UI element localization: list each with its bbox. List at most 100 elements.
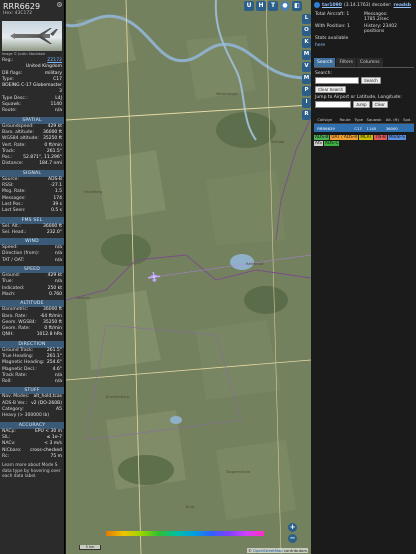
table-cell [338, 123, 354, 132]
section-header[interactable]: SPEED [0, 266, 64, 274]
zoom-controls: + − [288, 523, 297, 543]
toggle-button-t[interactable]: T [268, 1, 278, 11]
stats-here-link[interactable]: here [315, 43, 364, 48]
info-value: 0.5 s [51, 208, 62, 214]
info-row: Distance: 184.7 nmi [0, 161, 64, 167]
map[interactable]: Wittenberge Havelberg Rathenow Genthin S… [66, 0, 311, 554]
search-button[interactable]: Search [361, 77, 381, 84]
info-row: Last Seen: 0.5 s [0, 208, 64, 214]
place-label: Burg [186, 505, 195, 509]
clear-button[interactable]: Clear [371, 101, 388, 108]
side-button-v[interactable]: V [302, 61, 311, 72]
side-button-l[interactable]: L [302, 14, 311, 24]
table-row[interactable]: RRR6629 C17 1140 36000 [314, 123, 414, 132]
attribution-suffix: contributors [282, 548, 308, 553]
side-button-k[interactable]: K [302, 37, 311, 48]
zoom-out-button[interactable]: − [288, 534, 297, 543]
info-row: Sel. Head.: 232.0° [0, 230, 64, 236]
info-label: Heavy (> 300000 lb) [2, 413, 50, 419]
app-logo-icon [314, 2, 320, 8]
aircraft-photo[interactable] [2, 21, 62, 51]
section-header[interactable]: FMS SEL [0, 216, 64, 224]
table-cell [402, 123, 414, 132]
legend-item[interactable]: TIS-B [373, 135, 387, 140]
legend-item[interactable]: ADS-B [314, 135, 330, 140]
column-header[interactable]: Alt. (ft) [384, 116, 403, 124]
column-header[interactable]: Type [353, 116, 366, 124]
jump-button[interactable]: Jump [353, 101, 370, 108]
aircraft-callsign[interactable]: RRR6629 [3, 2, 61, 11]
info-label: Mach: [2, 291, 16, 297]
legend-item[interactable]: ADS-C [323, 141, 340, 146]
search-label: Search: [315, 71, 332, 76]
aircraft-details: SPATIAL Groundspeed: 429 kt Baro. altitude:… [0, 116, 64, 460]
info-value: 1012.8 hPa [36, 332, 62, 338]
decoder-link[interactable]: readsb [394, 3, 411, 8]
app-header: tar1090 (3.14.1763) decoder: readsb [312, 0, 416, 10]
place-label: Tangermünde [226, 470, 250, 474]
legend-item[interactable]: Mode-S [387, 135, 406, 140]
column-header[interactable]: Squawk [365, 116, 385, 124]
clear-search-button[interactable]: Clear Search [315, 86, 347, 93]
section-header[interactable]: DIRECTION [0, 340, 64, 348]
altitude-color-legend [106, 531, 264, 536]
info-row: TAT / OAT: n/a [0, 258, 64, 264]
info-label: Roll: [2, 379, 12, 385]
info-value: 0.760 [49, 291, 62, 297]
table-cell: 36000 [384, 123, 403, 132]
search-input[interactable] [315, 77, 359, 84]
legend-item[interactable]: MLAT [359, 135, 373, 140]
stat-messages: Messages: 1785.2/sec [364, 12, 389, 22]
close-icon[interactable]: × [57, 2, 62, 7]
section-header[interactable]: SPATIAL [0, 116, 64, 124]
tab-columns[interactable]: Columns [356, 58, 383, 67]
column-header[interactable]: Spd. [402, 116, 414, 124]
toggle-button-u[interactable]: U [244, 1, 254, 11]
side-button-m2[interactable]: M [302, 73, 311, 84]
aircraft-info-list: Reg.: ZZ172 United Kingdom DB flags: militar… [0, 58, 64, 115]
legend-item[interactable]: AIS [314, 141, 323, 146]
aircraft-header: RRR6629 Hex: 43C172 [0, 0, 64, 18]
stat-with-position: With Position: 1 [315, 24, 350, 29]
selected-aircraft-panel: RRR6629 Hex: 43C172 × Image © Justin Sto… [0, 0, 65, 554]
column-header[interactable]: Callsign [316, 116, 339, 124]
info-label: Last Seen: [2, 208, 26, 214]
column-header[interactable]: Route [338, 116, 354, 124]
tab-filters[interactable]: Filters [336, 58, 356, 67]
side-button-m[interactable]: M [302, 49, 311, 60]
side-button-p[interactable]: P [302, 85, 311, 96]
stats-block: Total Aircraft: 1 Messages: 1785.2/sec W… [312, 10, 416, 50]
info-value: 184.7 nmi [39, 161, 62, 167]
table-cell: C17 [353, 123, 366, 132]
side-button-o[interactable]: O [302, 25, 311, 36]
settings-icon[interactable]: ● [280, 1, 290, 11]
map-side-toolbar: L O K M V M P I R [302, 14, 311, 120]
place-label: Genthin [76, 296, 90, 300]
toggle-button-h[interactable]: H [256, 1, 266, 11]
legend-item[interactable]: UAT / ADS-R [330, 135, 359, 140]
info-value: BOEING C-17 Globemaster 3 [2, 83, 62, 95]
side-button-r[interactable]: R [302, 109, 311, 120]
version-text: (3.14.1763) decoder: [343, 2, 392, 8]
info-row: QNH: 1012.8 hPa [0, 332, 64, 338]
zoom-in-button[interactable]: + [288, 523, 297, 532]
info-row: Mach: 0.760 [0, 292, 64, 298]
site-link[interactable]: tar1090 [322, 3, 342, 8]
table-cell: RRR6629 [316, 123, 339, 132]
place-label: Havelberg [84, 190, 102, 194]
section-header[interactable]: ACCURACY [0, 421, 64, 429]
map-canvas[interactable] [66, 0, 311, 554]
osm-link[interactable]: OpenStreetMap [253, 548, 283, 553]
side-button-i[interactable]: I [302, 97, 311, 108]
panel-toggle-icon[interactable]: ◧ [292, 1, 302, 11]
jump-input[interactable] [315, 101, 351, 108]
stat-total-aircraft: Total Aircraft: 1 [315, 12, 350, 17]
stats-available: Stats available [315, 36, 349, 41]
map-attribution: © OpenStreetMap contributors [247, 548, 309, 553]
table-header-row: Callsign Route Type Squawk Alt. (ft) Spd. [314, 116, 414, 124]
scale-bar: 5 km [79, 545, 101, 550]
tab-search[interactable]: Search [314, 58, 336, 67]
aircraft-photo-image [10, 28, 58, 44]
info-label: QNH: [2, 332, 14, 338]
section-header[interactable]: SIGNAL [0, 169, 64, 177]
